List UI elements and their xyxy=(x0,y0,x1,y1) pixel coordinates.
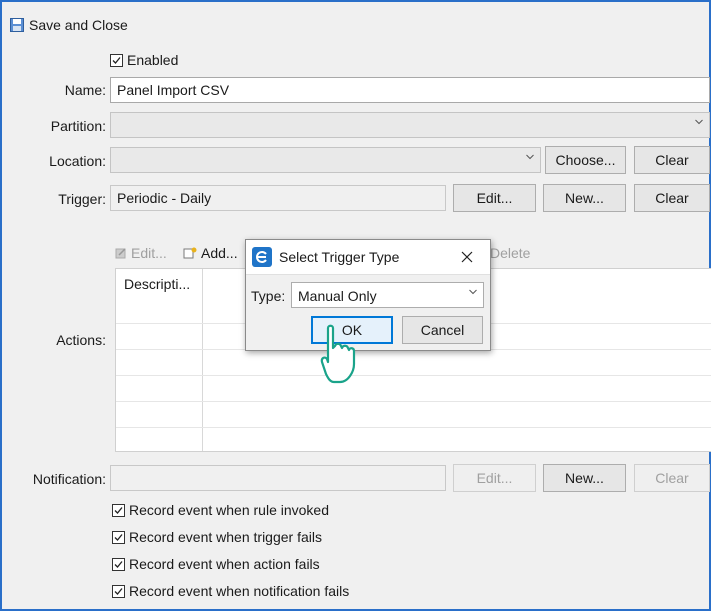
rule-editor-window: Save and Close Enabled Name: Panel Impor… xyxy=(0,0,711,611)
location-label: Location: xyxy=(49,153,106,169)
notification-new-button[interactable]: New... xyxy=(543,464,626,492)
type-value: Manual Only xyxy=(298,288,377,304)
name-field[interactable]: Panel Import CSV xyxy=(110,77,710,103)
location-select[interactable] xyxy=(110,147,541,173)
record-notification-fails-checkbox[interactable]: Record event when notification fails xyxy=(112,583,349,599)
actions-label: Actions: xyxy=(56,332,106,348)
checkbox-label: Record event when action fails xyxy=(129,556,320,572)
trigger-new-button[interactable]: New... xyxy=(543,184,626,212)
chevron-down-icon xyxy=(469,289,477,295)
actions-delete-button[interactable]: Delete xyxy=(490,245,530,261)
trigger-edit-button[interactable]: Edit... xyxy=(453,184,536,212)
partition-label: Partition: xyxy=(50,118,106,134)
type-label: Type: xyxy=(251,288,286,304)
actions-edit-button[interactable]: Edit... xyxy=(115,245,167,261)
enabled-checkbox[interactable]: Enabled xyxy=(110,52,178,68)
table-row xyxy=(116,427,711,428)
edit-icon xyxy=(115,248,126,259)
check-box[interactable] xyxy=(112,530,125,544)
chevron-down-icon xyxy=(526,154,534,160)
partition-select[interactable] xyxy=(110,112,710,138)
notification-field xyxy=(110,465,446,491)
notification-clear-button[interactable]: Clear xyxy=(634,464,710,492)
chevron-down-icon xyxy=(695,119,703,125)
check-box[interactable] xyxy=(112,503,125,517)
name-label: Name: xyxy=(64,82,106,98)
save-icon xyxy=(10,18,24,32)
record-invoked-checkbox[interactable]: Record event when rule invoked xyxy=(112,502,329,518)
trigger-label: Trigger: xyxy=(58,191,106,207)
save-and-close-label: Save and Close xyxy=(29,17,128,33)
trigger-field: Periodic - Daily xyxy=(110,185,446,211)
actions-column-header: Descripti... xyxy=(124,276,191,292)
checkbox-label: Record event when trigger fails xyxy=(129,529,322,545)
actions-add-label: Add... xyxy=(201,245,238,261)
dialog-title: Select Trigger Type xyxy=(279,249,400,265)
record-action-fails-checkbox[interactable]: Record event when action fails xyxy=(112,556,320,572)
enabled-check-box[interactable] xyxy=(110,53,123,67)
notification-edit-button[interactable]: Edit... xyxy=(453,464,536,492)
notification-label: Notification: xyxy=(32,471,106,487)
hand-cursor-icon xyxy=(320,324,356,384)
checkbox-label: Record event when notification fails xyxy=(129,583,350,599)
close-icon[interactable] xyxy=(461,251,473,263)
trigger-clear-button[interactable]: Clear xyxy=(634,184,710,212)
location-choose-button[interactable]: Choose... xyxy=(545,146,626,174)
table-row xyxy=(116,375,711,376)
type-select[interactable]: Manual Only xyxy=(291,282,484,308)
check-box[interactable] xyxy=(112,557,125,571)
checkbox-label: Record event when rule invoked xyxy=(129,502,330,518)
select-trigger-type-dialog: Select Trigger Type Type: Manual Only OK… xyxy=(245,239,491,351)
table-row xyxy=(116,401,711,402)
enabled-label: Enabled xyxy=(127,52,179,68)
location-clear-button[interactable]: Clear xyxy=(634,146,710,174)
record-trigger-fails-checkbox[interactable]: Record event when trigger fails xyxy=(112,529,322,545)
app-logo-icon xyxy=(252,247,272,267)
check-box[interactable] xyxy=(112,584,125,598)
cancel-button[interactable]: Cancel xyxy=(402,316,483,344)
actions-column xyxy=(116,269,203,451)
actions-edit-label: Edit... xyxy=(131,245,167,261)
actions-delete-label: Delete xyxy=(490,245,531,261)
actions-add-button[interactable]: Add... xyxy=(183,245,238,261)
save-and-close-button[interactable]: Save and Close xyxy=(10,15,128,35)
add-icon xyxy=(183,247,197,259)
